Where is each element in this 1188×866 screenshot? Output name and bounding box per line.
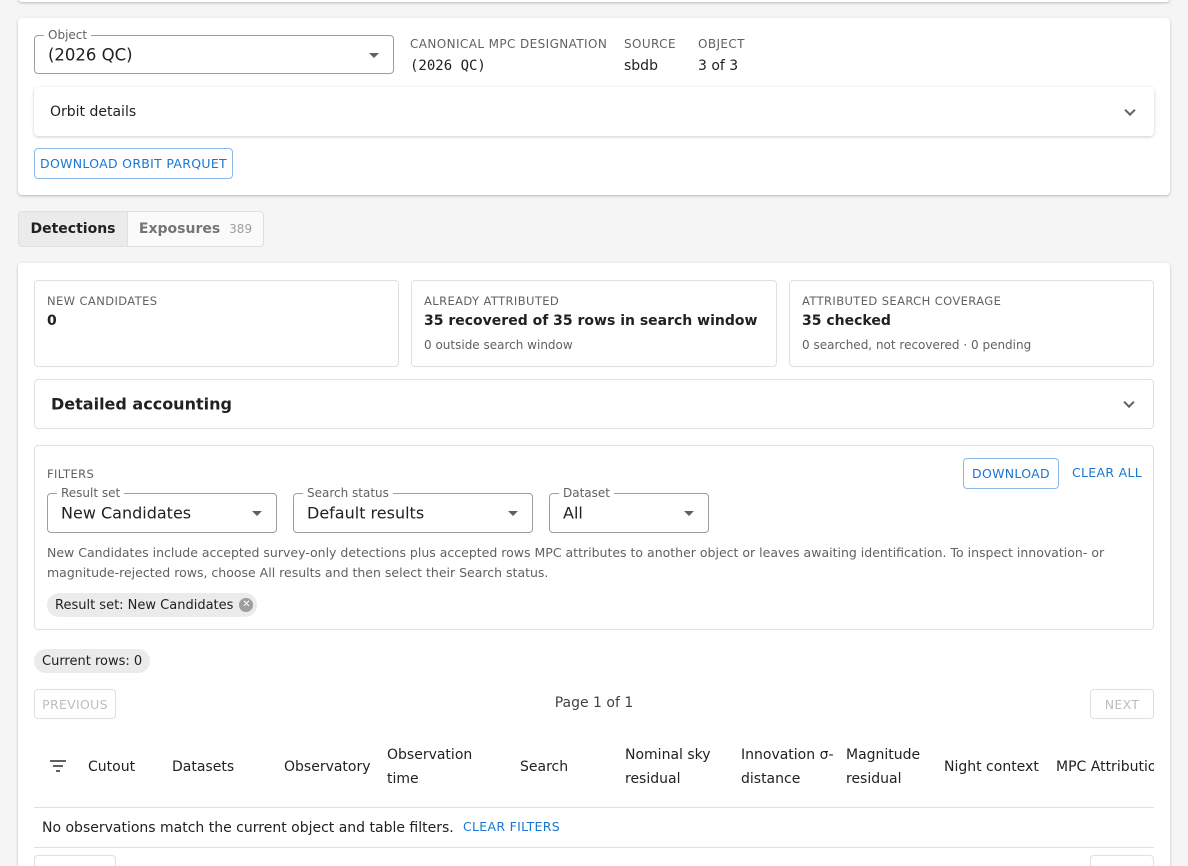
already-attributed-value: 35 recovered of 35 rows in search window xyxy=(424,313,758,329)
caret-down-icon xyxy=(508,511,518,516)
dataset-select[interactable]: Dataset All xyxy=(549,486,709,533)
result-set-value: New Candidates xyxy=(61,503,192,523)
column-header-cutout[interactable]: Cutout xyxy=(88,755,135,779)
new-candidates-card: NEW CANDIDATES 0 xyxy=(34,280,399,367)
result-set-select[interactable]: Result set New Candidates xyxy=(47,486,277,533)
bottom-next-button[interactable] xyxy=(1090,855,1154,866)
download-orbit-parquet-button[interactable]: DOWNLOAD ORBIT PARQUET xyxy=(34,148,233,179)
search-status-value: Default results xyxy=(307,503,425,523)
active-filter-chip[interactable]: Result set: New Candidates ✕ xyxy=(47,593,258,617)
active-filter-chip-label: Result set: New Candidates xyxy=(55,597,234,613)
search-status-select[interactable]: Search status Default results xyxy=(293,486,533,533)
orbit-details-accordion[interactable]: Orbit details xyxy=(34,87,1154,136)
already-attributed-label: ALREADY ATTRIBUTED xyxy=(424,294,560,308)
column-header-night-context[interactable]: Night context xyxy=(944,755,1039,779)
column-header-magnitude-residual[interactable]: Magnitude residual xyxy=(846,743,936,791)
tab-exposures-label: Exposures xyxy=(138,221,221,237)
column-header-datasets[interactable]: Datasets xyxy=(172,755,234,779)
object-select-label: Object xyxy=(44,28,92,42)
filters-heading: FILTERS xyxy=(47,467,95,481)
column-header-observatory[interactable]: Observatory xyxy=(284,755,371,779)
chevron-down-icon xyxy=(1124,104,1136,116)
object-select-value: (2026 QC) xyxy=(48,45,133,64)
orbit-details-title: Orbit details xyxy=(50,103,137,120)
detailed-accounting-title: Detailed accounting xyxy=(51,394,232,414)
search-coverage-card: ATTRIBUTED SEARCH COVERAGE 35 checked 0 … xyxy=(789,280,1154,367)
source-label: SOURCE xyxy=(624,37,676,51)
search-coverage-value: 35 checked xyxy=(802,313,891,329)
caret-down-icon xyxy=(369,52,379,58)
current-rows-label: Current rows: 0 xyxy=(42,653,143,669)
search-status-label: Search status xyxy=(303,486,393,500)
object-select[interactable]: Object (2026 QC) xyxy=(34,28,394,74)
column-header-innovation-sigma-distance[interactable]: Innovation σ-distance xyxy=(741,743,836,791)
search-coverage-label: ATTRIBUTED SEARCH COVERAGE xyxy=(802,294,1002,308)
result-set-label: Result set xyxy=(57,486,125,500)
chip-cancel-icon[interactable]: ✕ xyxy=(239,598,254,612)
new-candidates-value: 0 xyxy=(47,313,57,329)
caret-down-icon xyxy=(684,511,694,516)
table-footer-divider xyxy=(34,847,1154,848)
tab-exposures[interactable]: Exposures 389 xyxy=(128,212,263,246)
view-toggle-group: Detections Exposures 389 xyxy=(18,211,264,247)
table-header-divider xyxy=(34,807,1154,808)
column-header-nominal-sky-residual[interactable]: Nominal sky residual xyxy=(625,743,725,791)
dataset-value: All xyxy=(563,503,583,523)
bottom-previous-button[interactable] xyxy=(34,855,116,866)
empty-table-message: No observations match the current object… xyxy=(42,820,454,836)
object-panel: Object (2026 QC) CANONICAL MPC DESIGNATI… xyxy=(18,18,1170,195)
object-count-label: OBJECT xyxy=(698,37,745,51)
caret-down-icon xyxy=(252,511,262,516)
detailed-accounting-accordion[interactable]: Detailed accounting xyxy=(34,379,1154,429)
chevron-down-icon xyxy=(1123,396,1135,409)
filter-list-icon[interactable] xyxy=(50,760,66,772)
canonical-designation-label: CANONICAL MPC DESIGNATION xyxy=(410,37,608,51)
filters-panel: FILTERS DOWNLOAD CLEAR ALL Result set Ne… xyxy=(34,445,1154,630)
source-value: sbdb xyxy=(624,58,658,74)
dataset-label: Dataset xyxy=(559,486,614,500)
already-attributed-card: ALREADY ATTRIBUTED 35 recovered of 35 ro… xyxy=(411,280,777,367)
column-header-mpc-attribution[interactable]: MPC Attribution xyxy=(1056,759,1154,775)
column-header-observation-time[interactable]: Observation time xyxy=(387,743,482,791)
current-rows-badge: Current rows: 0 xyxy=(34,649,151,673)
clear-all-button[interactable]: CLEAR ALL xyxy=(1072,465,1142,480)
canonical-designation-value: (2026 QC) xyxy=(410,58,486,74)
download-button[interactable]: DOWNLOAD xyxy=(963,458,1059,489)
exposures-count-badge: 389 xyxy=(229,222,253,236)
next-page-button[interactable]: NEXT xyxy=(1090,689,1154,719)
column-header-search[interactable]: Search xyxy=(520,755,568,779)
previous-card-edge xyxy=(18,0,1170,2)
detections-panel: NEW CANDIDATES 0 ALREADY ATTRIBUTED 35 r… xyxy=(18,263,1170,866)
tab-detections-label: Detections xyxy=(30,221,116,237)
new-candidates-label: NEW CANDIDATES xyxy=(47,294,158,308)
filters-help-text: New Candidates include accepted survey-o… xyxy=(47,545,1105,580)
tab-detections[interactable]: Detections xyxy=(19,212,128,246)
page-indicator: Page 1 of 1 xyxy=(554,695,634,711)
already-attributed-sub: 0 outside search window xyxy=(424,338,573,352)
search-coverage-sub: 0 searched, not recovered · 0 pending xyxy=(802,338,1032,352)
object-count-value: 3 of 3 xyxy=(698,58,739,74)
clear-filters-button[interactable]: CLEAR FILTERS xyxy=(463,819,560,834)
